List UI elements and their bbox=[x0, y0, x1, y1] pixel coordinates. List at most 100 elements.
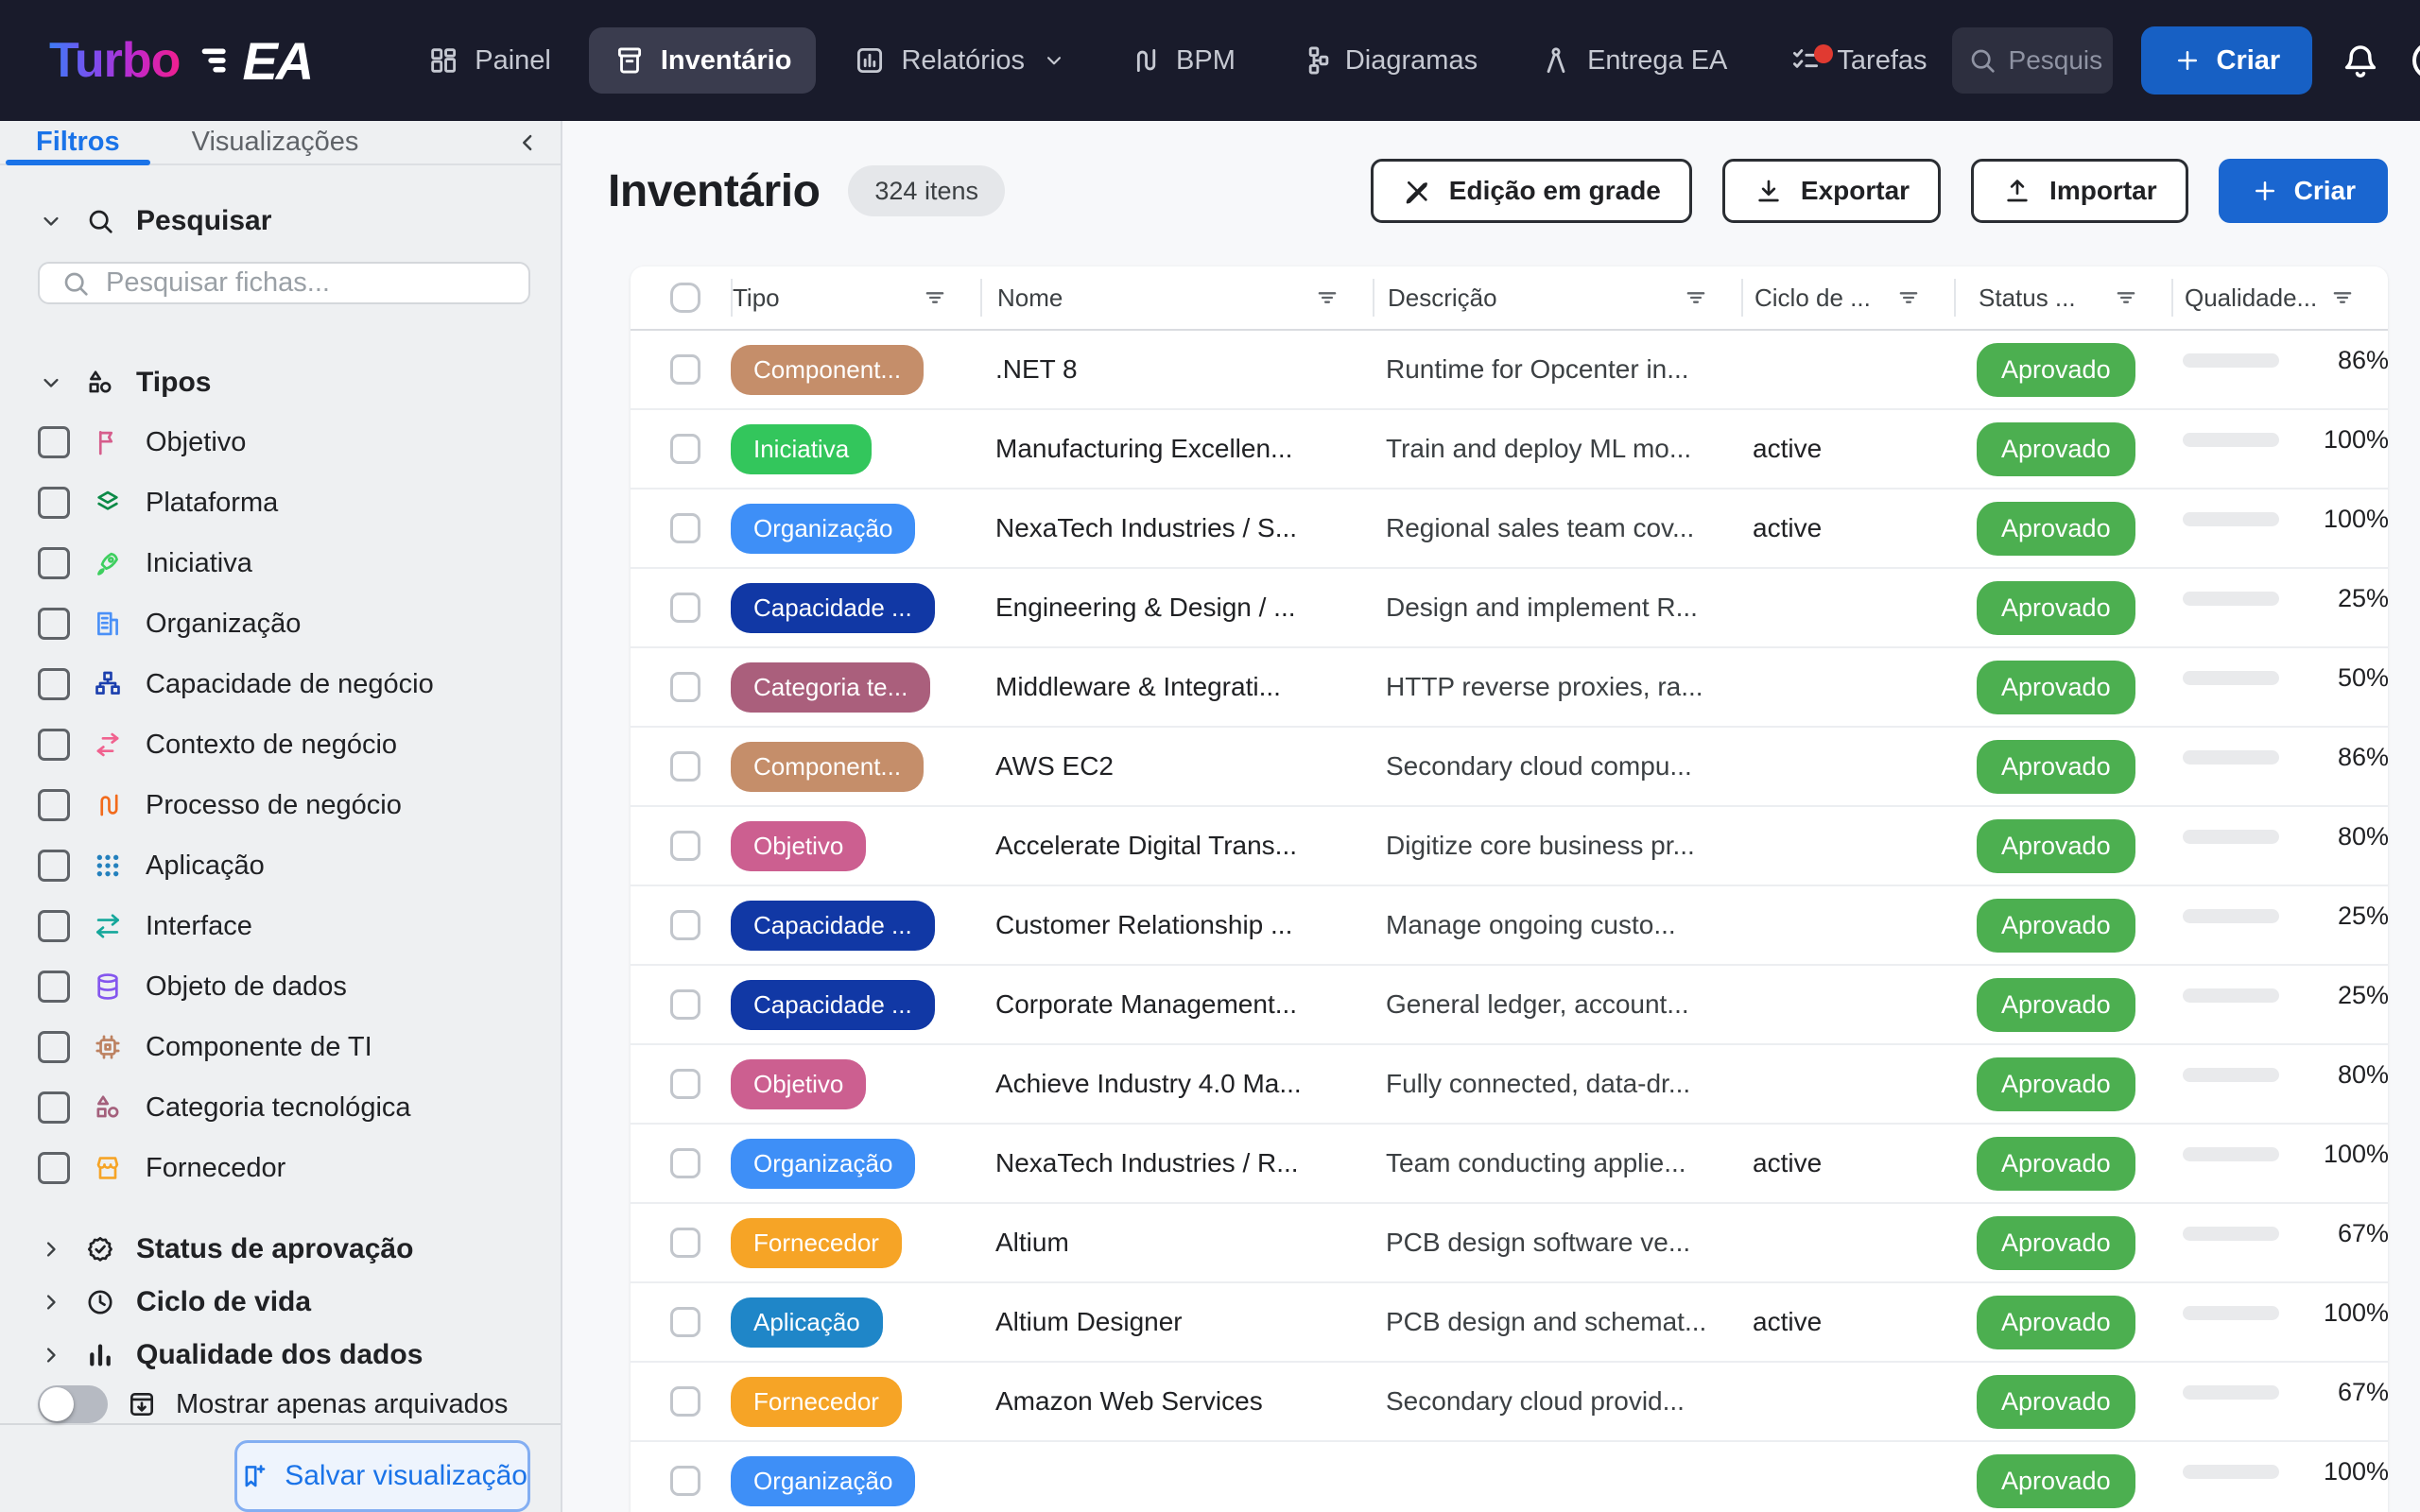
checkbox[interactable] bbox=[38, 850, 70, 882]
checkbox[interactable] bbox=[38, 910, 70, 942]
table-row[interactable]: Categoria te... Middleware & Integrati...… bbox=[631, 648, 2388, 728]
filter-icon[interactable] bbox=[1895, 284, 1922, 311]
column-header-ciclo-de[interactable]: Ciclo de ... bbox=[1741, 279, 1954, 317]
export-button[interactable]: Exportar bbox=[1721, 159, 1942, 223]
filter-icon[interactable] bbox=[1683, 284, 1709, 311]
select-all-checkbox[interactable] bbox=[670, 283, 700, 313]
create-button[interactable]: Criar bbox=[2218, 159, 2388, 223]
column-header-tipo[interactable]: Tipo bbox=[731, 279, 980, 317]
type-filter-organização[interactable]: Organização bbox=[0, 593, 561, 654]
row-checkbox[interactable] bbox=[670, 831, 700, 861]
global-search[interactable] bbox=[1951, 27, 2113, 94]
checkbox[interactable] bbox=[38, 487, 70, 519]
filter-icon[interactable] bbox=[2329, 284, 2356, 311]
filter-icon[interactable] bbox=[1314, 284, 1340, 311]
grid-edit-button[interactable]: Edição em grade bbox=[1370, 159, 1692, 223]
type-filter-componente-de-ti[interactable]: Componente de TI bbox=[0, 1017, 561, 1077]
nav-item-inventário[interactable]: Inventário bbox=[588, 27, 817, 94]
chevron-down-icon[interactable] bbox=[38, 208, 64, 234]
nav-item-relatórios[interactable]: Relatórios bbox=[829, 27, 1091, 94]
chevron-down-icon[interactable] bbox=[38, 369, 64, 396]
row-checkbox[interactable] bbox=[670, 593, 700, 623]
nav-item-diagramas[interactable]: Diagramas bbox=[1273, 27, 1502, 94]
row-checkbox[interactable] bbox=[670, 1386, 700, 1417]
checkbox[interactable] bbox=[38, 1152, 70, 1184]
column-header-qualidade[interactable]: Qualidade... bbox=[2171, 279, 2388, 317]
nav-create-button[interactable]: Criar bbox=[2140, 26, 2313, 94]
row-checkbox[interactable] bbox=[670, 1307, 700, 1337]
table-row[interactable]: Organização NexaTech Industries / S... Reg… bbox=[631, 490, 2388, 569]
search-section-header[interactable]: Pesquisar bbox=[0, 205, 561, 237]
table-row[interactable]: Fornecedor Altium PCB design software ve..… bbox=[631, 1204, 2388, 1283]
nav-item-painel[interactable]: Painel bbox=[403, 27, 576, 94]
table-row[interactable]: Capacidade ... Customer Relationship ... M… bbox=[631, 886, 2388, 966]
checkbox[interactable] bbox=[38, 789, 70, 821]
table-row[interactable]: Component... AWS EC2 Secondary cloud compu… bbox=[631, 728, 2388, 807]
checkbox[interactable] bbox=[38, 971, 70, 1003]
save-view-button[interactable]: Salvar visualização bbox=[234, 1440, 530, 1512]
nav-item-entrega-ea[interactable]: Entrega EA bbox=[1515, 27, 1752, 94]
row-checkbox[interactable] bbox=[670, 1466, 700, 1496]
type-filter-objetivo[interactable]: Objetivo bbox=[0, 412, 561, 472]
type-filter-plataforma[interactable]: Plataforma bbox=[0, 472, 561, 533]
notifications-bell-icon[interactable] bbox=[2341, 41, 2380, 80]
table-row[interactable]: Objetivo Accelerate Digital Trans... Digit… bbox=[631, 807, 2388, 886]
table-row[interactable]: Capacidade ... Engineering & Design / ...… bbox=[631, 569, 2388, 648]
table-row[interactable]: Component... .NET 8 Runtime for Opcenter i… bbox=[631, 331, 2388, 410]
section-qualidade-dos-dados[interactable]: Qualidade dos dados bbox=[0, 1329, 561, 1382]
sidebar-search-field[interactable] bbox=[38, 262, 530, 304]
row-checkbox[interactable] bbox=[670, 910, 700, 940]
table-row[interactable]: Objetivo Achieve Industry 4.0 Ma... Fully … bbox=[631, 1045, 2388, 1125]
column-header-nome[interactable]: Nome bbox=[980, 279, 1373, 317]
app-logo[interactable]: Turbo EA bbox=[49, 30, 314, 92]
checkbox[interactable] bbox=[38, 729, 70, 761]
checkbox[interactable] bbox=[38, 1031, 70, 1063]
sidebar-collapse-button[interactable] bbox=[494, 121, 561, 163]
nav-item-tarefas[interactable]: Tarefas bbox=[1765, 27, 1951, 94]
row-checkbox[interactable] bbox=[670, 434, 700, 464]
table-row[interactable]: Capacidade ... Corporate Management... Gen… bbox=[631, 966, 2388, 1045]
type-filter-aplicação[interactable]: Aplicação bbox=[0, 835, 561, 896]
row-checkbox[interactable] bbox=[670, 751, 700, 782]
table-row[interactable]: Organização NexaTech Industries / R... Tea… bbox=[631, 1125, 2388, 1204]
column-header-descri-o[interactable]: Descrição bbox=[1373, 279, 1741, 317]
global-search-input[interactable] bbox=[2008, 45, 2103, 76]
row-checkbox[interactable] bbox=[670, 513, 700, 543]
column-header-status[interactable]: Status ... bbox=[1954, 279, 2171, 317]
type-filter-interface[interactable]: Interface bbox=[0, 896, 561, 956]
tab-visualizacoes[interactable]: Visualizações bbox=[156, 121, 395, 163]
row-checkbox[interactable] bbox=[670, 989, 700, 1020]
checkbox[interactable] bbox=[38, 608, 70, 640]
checkbox[interactable] bbox=[38, 426, 70, 458]
sidebar-search-input[interactable] bbox=[106, 267, 508, 300]
types-section-header[interactable]: Tipos bbox=[0, 367, 561, 399]
import-button[interactable]: Importar bbox=[1971, 159, 2188, 223]
archived-toggle[interactable] bbox=[38, 1385, 108, 1423]
type-filter-iniciativa[interactable]: Iniciativa bbox=[0, 533, 561, 593]
type-filter-fornecedor[interactable]: Fornecedor bbox=[0, 1138, 561, 1198]
row-checkbox[interactable] bbox=[670, 1228, 700, 1258]
table-row[interactable]: Organização Aprovado 100% bbox=[631, 1442, 2388, 1512]
type-filter-contexto-de-negócio[interactable]: Contexto de negócio bbox=[0, 714, 561, 775]
checkbox[interactable] bbox=[38, 1091, 70, 1124]
filter-icon[interactable] bbox=[2113, 284, 2139, 311]
tab-filtros[interactable]: Filtros bbox=[0, 121, 156, 166]
table-row[interactable]: Iniciativa Manufacturing Excellen... Train… bbox=[631, 410, 2388, 490]
row-checkbox[interactable] bbox=[670, 1148, 700, 1178]
row-checkbox[interactable] bbox=[670, 354, 700, 385]
table-row[interactable]: Fornecedor Amazon Web Services Secondary c… bbox=[631, 1363, 2388, 1442]
section-status-de-aprovação[interactable]: Status de aprovação bbox=[0, 1223, 561, 1276]
type-filter-processo-de-negócio[interactable]: Processo de negócio bbox=[0, 775, 561, 835]
type-filter-capacidade-de-negócio[interactable]: Capacidade de negócio bbox=[0, 654, 561, 714]
section-ciclo-de-vida[interactable]: Ciclo de vida bbox=[0, 1276, 561, 1329]
account-avatar-icon[interactable] bbox=[2409, 38, 2420, 83]
type-filter-categoria-tecnológica[interactable]: Categoria tecnológica bbox=[0, 1077, 561, 1138]
checkbox[interactable] bbox=[38, 668, 70, 700]
type-filter-objeto-de-dados[interactable]: Objeto de dados bbox=[0, 956, 561, 1017]
row-checkbox[interactable] bbox=[670, 1069, 700, 1099]
filter-icon[interactable] bbox=[922, 284, 948, 311]
checkbox[interactable] bbox=[38, 547, 70, 579]
nav-item-bpm[interactable]: BPM bbox=[1104, 27, 1260, 94]
table-row[interactable]: Aplicação Altium Designer PCB design and s… bbox=[631, 1283, 2388, 1363]
row-checkbox[interactable] bbox=[670, 672, 700, 702]
